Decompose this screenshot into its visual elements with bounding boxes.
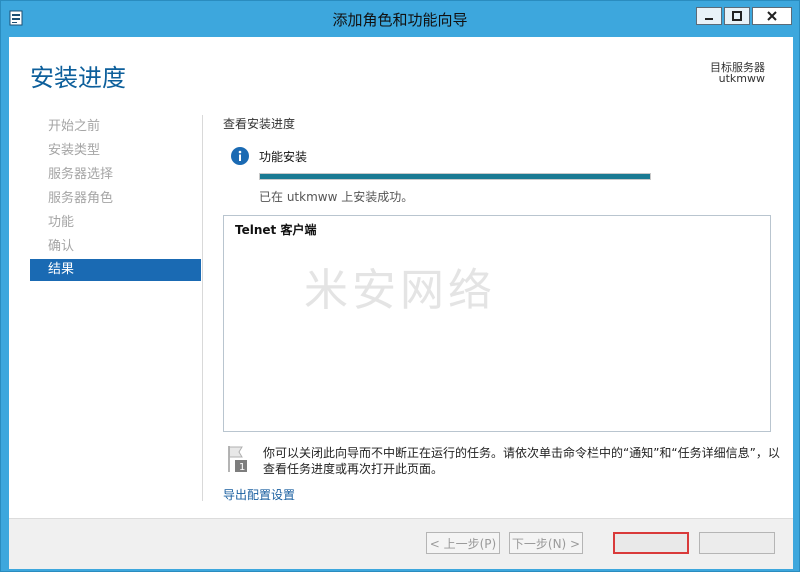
results-list[interactable]: Telnet 客户端 米安网络 [223,215,771,432]
wizard-window: 添加角色和功能向导 安装进度 目标服务器 utkmww 开始之前 安装类型 服务… [0,0,800,572]
next-button[interactable]: 下一步(N) > [509,532,583,554]
install-progress-bar [259,173,651,180]
maximize-icon [732,11,742,21]
nav-item-before-you-begin[interactable]: 开始之前 [30,116,201,138]
close-wizard-note: 你可以关闭此向导而不中断正在运行的任务。请依次单击命令栏中的“通知”和“任务详细… [263,446,780,476]
button-bar: < 上一步(P) 下一步(N) > [9,518,793,569]
install-button[interactable] [613,532,689,554]
nav-item-installation-type[interactable]: 安装类型 [30,140,201,162]
nav-divider [202,115,203,501]
progress-fill [260,174,650,179]
minimize-icon [705,18,713,20]
info-icon [231,147,249,165]
nav-item-server-roles[interactable]: 服务器角色 [30,188,201,210]
result-item-telnet-client: Telnet 客户端 [235,223,317,237]
success-message: 已在 utkmww 上安装成功。 [259,190,414,204]
window-title: 添加角色和功能向导 [332,11,468,29]
export-configuration-link[interactable]: 导出配置设置 [223,486,295,503]
close-icon [767,11,777,21]
nav-item-results[interactable]: 结果 [30,259,201,281]
cancel-button[interactable] [699,532,775,554]
section-heading: 查看安装进度 [223,117,296,131]
status-label: 功能安装 [259,150,308,164]
minimize-button[interactable] [696,7,722,25]
previous-button[interactable]: < 上一步(P) [426,532,500,554]
notification-flag-icon: 1 [228,446,247,473]
nav-item-server-selection[interactable]: 服务器选择 [30,164,201,186]
nav-item-features[interactable]: 功能 [30,212,201,234]
close-button[interactable] [752,7,792,25]
wizard-content: 安装进度 目标服务器 utkmww 开始之前 安装类型 服务器选择 服务器角色 … [9,37,793,569]
nav-item-confirmation[interactable]: 确认 [30,236,201,258]
target-server-name: utkmww [718,72,765,85]
page-title: 安装进度 [30,64,126,92]
svg-text:1: 1 [239,462,245,473]
watermark: 米安网络 [304,265,496,316]
maximize-button[interactable] [724,7,750,25]
title-bar[interactable]: 添加角色和功能向导 [1,1,799,35]
